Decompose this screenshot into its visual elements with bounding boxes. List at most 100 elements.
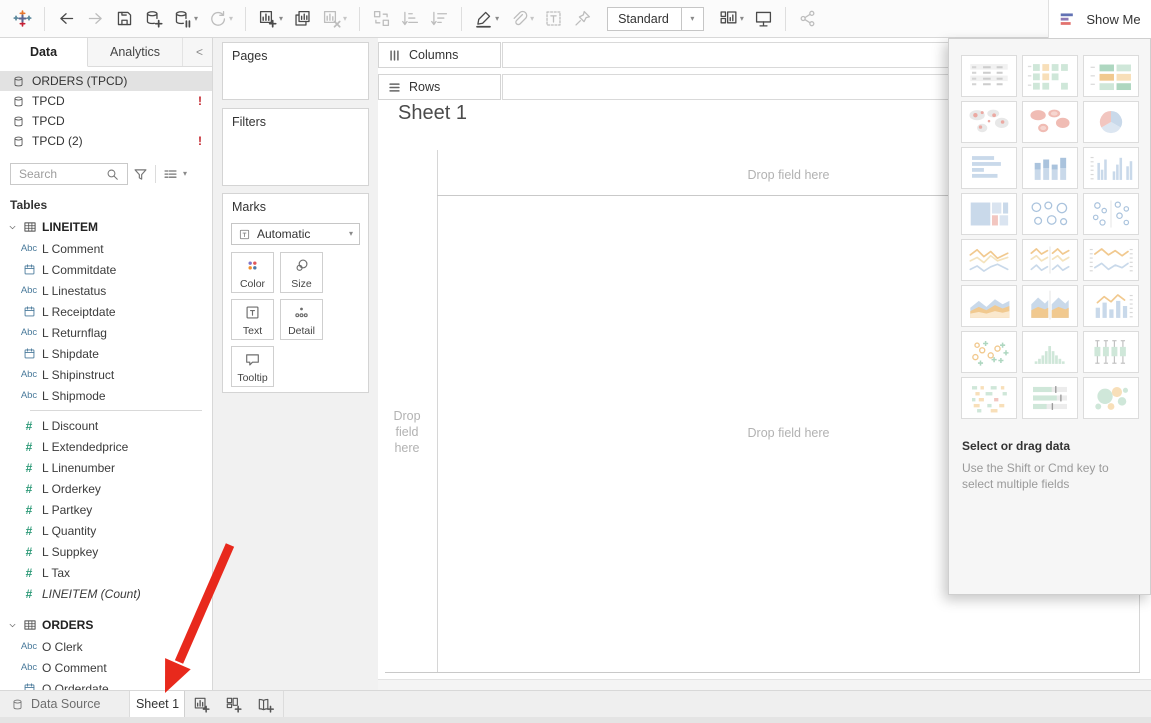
tab-data-source[interactable]: Data Source	[0, 691, 130, 717]
datasource-item[interactable]: TPCD!	[0, 91, 212, 111]
refresh-caret[interactable]: ▾	[229, 15, 233, 23]
filters-card[interactable]: Filters	[222, 108, 369, 186]
field-item[interactable]: #LINEITEM (Count)	[0, 583, 212, 604]
field-item[interactable]: L Shipdate	[0, 343, 212, 364]
new-worksheet-caret[interactable]: ▾	[279, 15, 283, 23]
new-story-button[interactable]	[249, 691, 281, 717]
collapse-pane-button[interactable]: <	[187, 38, 212, 66]
table-group-orders[interactable]: ORDERS	[0, 614, 212, 636]
show-me-button[interactable]: Show Me	[1048, 0, 1151, 38]
save-button[interactable]	[110, 6, 139, 31]
group-members-caret[interactable]: ▾	[530, 15, 534, 23]
clear-sheet-button[interactable]: ▾	[317, 6, 352, 31]
show-me-chart-continuous-area[interactable]	[961, 285, 1017, 327]
view-options-icon[interactable]	[162, 166, 179, 183]
field-item[interactable]: #L Discount	[0, 415, 212, 436]
show-me-chart-dual-lines[interactable]	[1083, 239, 1139, 281]
field-item[interactable]: O Orderdate	[0, 678, 212, 690]
field-item[interactable]: L Commitdate	[0, 259, 212, 280]
refresh-button[interactable]: ▾	[203, 6, 238, 31]
pages-card[interactable]: Pages	[222, 42, 369, 100]
fit-mode-select[interactable]: Standard▾	[607, 7, 704, 31]
show-me-chart-scatter-plot[interactable]	[961, 331, 1017, 373]
group-members-button[interactable]: ▾	[504, 6, 539, 31]
pause-updates-caret[interactable]: ▾	[194, 15, 198, 23]
show-me-chart-packed-bubbles[interactable]	[1083, 377, 1139, 419]
fix-axes-button[interactable]	[568, 6, 597, 31]
datasource-item[interactable]: ORDERS (TPCD)	[0, 71, 212, 91]
show-me-chart-side-by-side-circles[interactable]	[1083, 193, 1139, 235]
mark-button-detail[interactable]: Detail	[280, 299, 323, 340]
search-input[interactable]	[17, 166, 105, 182]
mark-button-tooltip[interactable]: Tooltip	[231, 346, 274, 387]
field-item[interactable]: L Receiptdate	[0, 301, 212, 322]
field-item[interactable]: AbcL Shipmode	[0, 385, 212, 406]
show-me-chart-pie-chart[interactable]	[1083, 101, 1139, 143]
show-me-chart-histogram[interactable]	[1022, 331, 1078, 373]
field-item[interactable]: AbcO Clerk	[0, 636, 212, 657]
field-item[interactable]: #L Extendedprice	[0, 436, 212, 457]
field-item[interactable]: #L Orderkey	[0, 478, 212, 499]
show-me-chart-bullet-graph[interactable]	[1022, 377, 1078, 419]
field-item[interactable]: AbcL Linestatus	[0, 280, 212, 301]
mark-button-color[interactable]: Color	[231, 252, 274, 293]
mark-type-dropdown[interactable]: Automatic ▾	[231, 223, 360, 245]
clear-sheet-caret[interactable]: ▾	[343, 15, 347, 23]
show-me-chart-text-table[interactable]	[961, 55, 1017, 97]
field-item[interactable]: #L Suppkey	[0, 541, 212, 562]
field-item[interactable]: AbcO Comment	[0, 657, 212, 678]
new-worksheet-button[interactable]	[185, 691, 217, 717]
show-me-chart-discrete-area[interactable]	[1022, 285, 1078, 327]
field-item[interactable]: AbcL Returnflag	[0, 322, 212, 343]
field-item[interactable]: #L Quantity	[0, 520, 212, 541]
show-me-chart-discrete-lines[interactable]	[1022, 239, 1078, 281]
show-me-chart-stacked-bars[interactable]	[1022, 147, 1078, 189]
tab-analytics[interactable]: Analytics	[88, 38, 183, 66]
show-me-chart-gantt[interactable]	[961, 377, 1017, 419]
show-me-chart-side-by-side-bars[interactable]	[1083, 147, 1139, 189]
show-me-chart-horizontal-bars[interactable]	[961, 147, 1017, 189]
fit-selector-caret[interactable]: ▾	[740, 15, 744, 23]
search-box[interactable]	[10, 163, 128, 185]
field-item[interactable]: #L Tax	[0, 562, 212, 583]
new-worksheet-button[interactable]: ▾	[253, 6, 288, 31]
presentation-mode-button[interactable]	[749, 6, 778, 31]
highlight-caret[interactable]: ▾	[495, 15, 499, 23]
show-me-chart-continuous-lines[interactable]	[961, 239, 1017, 281]
show-mark-labels-button[interactable]	[539, 6, 568, 31]
filter-funnel-icon[interactable]	[132, 166, 149, 183]
tab-sheet-1[interactable]: Sheet 1	[130, 691, 185, 717]
fit-selector-button[interactable]: ▾	[714, 6, 749, 31]
chevron-down-icon[interactable]	[7, 620, 18, 631]
sort-ascending-button[interactable]	[396, 6, 425, 31]
show-me-chart-filled-map[interactable]	[1022, 101, 1078, 143]
show-me-chart-symbol-map[interactable]	[961, 101, 1017, 143]
view-options-caret[interactable]: ▾	[183, 170, 187, 178]
mark-button-text[interactable]: Text	[231, 299, 274, 340]
pause-updates-button[interactable]: ▾	[168, 6, 203, 31]
datasource-item[interactable]: TPCD	[0, 111, 212, 131]
show-me-chart-highlight-table[interactable]	[1022, 55, 1078, 97]
duplicate-button[interactable]	[288, 6, 317, 31]
tableau-logo-button[interactable]	[8, 6, 37, 31]
field-item[interactable]: #L Linenumber	[0, 457, 212, 478]
swap-rows-columns-button[interactable]	[367, 6, 396, 31]
horizontal-scrollbar[interactable]	[378, 679, 1151, 690]
highlight-button[interactable]: ▾	[469, 6, 504, 31]
table-group-lineitem[interactable]: LINEITEM	[0, 216, 212, 238]
show-me-chart-circle-views[interactable]	[1022, 193, 1078, 235]
chevron-down-icon[interactable]	[7, 222, 18, 233]
mark-button-size[interactable]: Size	[280, 252, 323, 293]
redo-button[interactable]	[81, 6, 110, 31]
sort-descending-button[interactable]	[425, 6, 454, 31]
show-me-chart-box-and-whisker[interactable]	[1083, 331, 1139, 373]
new-dashboard-button[interactable]	[217, 691, 249, 717]
undo-button[interactable]	[52, 6, 81, 31]
field-item[interactable]: AbcL Shipinstruct	[0, 364, 212, 385]
show-me-chart-dual-combination[interactable]	[1083, 285, 1139, 327]
show-me-chart-treemap[interactable]	[961, 193, 1017, 235]
fit-mode-caret[interactable]: ▾	[681, 8, 703, 30]
field-item[interactable]: AbcL Comment	[0, 238, 212, 259]
drop-field-here-left[interactable]: Drop field here	[378, 408, 436, 456]
field-item[interactable]: #L Partkey	[0, 499, 212, 520]
